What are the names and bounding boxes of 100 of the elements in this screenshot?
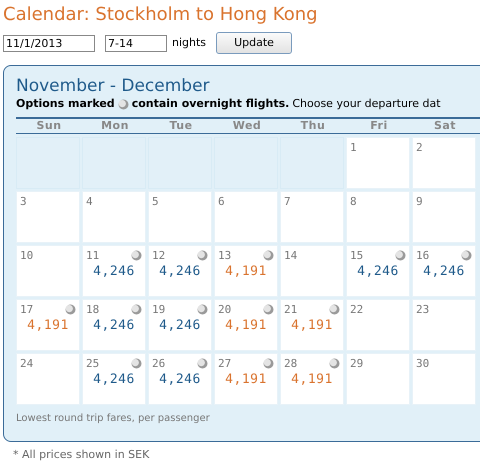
day-cell[interactable]: 15 4,246 — [346, 245, 410, 297]
day-number: 9 — [416, 195, 423, 209]
currency-note: * All prices shown in SEK — [12, 447, 150, 463]
day-number: 15 — [350, 249, 364, 263]
overnight-icon — [395, 250, 406, 261]
day-number: 30 — [416, 357, 430, 371]
weekday-header: Mon — [100, 118, 130, 134]
day-cell[interactable]: 19 4,246 — [148, 299, 212, 351]
price: 4,191 — [291, 372, 333, 388]
overnight-icon — [118, 98, 129, 110]
weekday-header: Wed — [232, 118, 262, 134]
price: 4,246 — [159, 264, 201, 280]
day-number: 5 — [152, 195, 159, 209]
date-field[interactable]: 11/1/2013 — [3, 34, 95, 52]
day-cell[interactable]: 30 — [412, 353, 476, 405]
overnight-icon — [461, 250, 472, 261]
day-number: 20 — [218, 303, 232, 317]
overnight-icon — [131, 250, 142, 261]
weekday-header: Sun — [35, 118, 63, 134]
day-number: 12 — [152, 249, 166, 263]
day-cell[interactable]: 24 — [16, 353, 80, 405]
day-cell[interactable]: 26 4,246 — [148, 353, 212, 405]
overnight-icon — [197, 304, 208, 315]
day-number: 4 — [86, 195, 93, 209]
day-number: 3 — [20, 195, 27, 209]
day-cell[interactable]: 11 4,246 — [82, 245, 146, 297]
day-cell[interactable]: 8 — [346, 191, 410, 243]
price: 4,246 — [93, 264, 135, 280]
instruction-text: Choose your departure dat — [292, 97, 441, 111]
day-cell[interactable]: 10 — [16, 245, 80, 297]
day-number: 19 — [152, 303, 166, 317]
day-cell[interactable]: 6 — [214, 191, 278, 243]
day-cell[interactable]: 12 4,246 — [148, 245, 212, 297]
overnight-icon — [263, 304, 274, 315]
day-number: 1 — [350, 141, 357, 155]
day-cell[interactable]: 17 4,191 — [16, 299, 80, 351]
day-number: 2 — [416, 141, 423, 155]
day-number: 8 — [350, 195, 357, 209]
day-cell[interactable]: 14 — [280, 245, 344, 297]
day-cell[interactable]: 21 4,191 — [280, 299, 344, 351]
overnight-icon — [65, 304, 76, 315]
overnight-icon — [329, 304, 340, 315]
day-cell[interactable]: 4 — [82, 191, 146, 243]
price: 4,246 — [93, 372, 135, 388]
weekday-header: Sat — [432, 118, 458, 134]
day-cell[interactable]: 13 4,191 — [214, 245, 278, 297]
overnight-icon — [131, 358, 142, 369]
day-number: 11 — [86, 249, 100, 263]
day-number: 21 — [284, 303, 298, 317]
day-cell[interactable]: 23 — [412, 299, 476, 351]
day-cell[interactable]: 29 — [346, 353, 410, 405]
day-cell[interactable]: 25 4,246 — [82, 353, 146, 405]
update-button[interactable]: Update — [216, 32, 292, 54]
day-number: 26 — [152, 357, 166, 371]
overnight-icon — [329, 358, 340, 369]
weekday-header: Fri — [369, 118, 389, 134]
price: 4,246 — [93, 318, 135, 334]
price: 4,191 — [225, 318, 267, 334]
day-number: 24 — [20, 357, 34, 371]
overnight-icon — [197, 250, 208, 261]
price: 4,246 — [159, 318, 201, 334]
day-cell[interactable]: 3 — [16, 191, 80, 243]
day-cell[interactable]: 28 4,191 — [280, 353, 344, 405]
day-cell[interactable]: 2 — [412, 137, 476, 189]
nights-field[interactable]: 7-14 — [105, 34, 167, 52]
price: 4,191 — [291, 318, 333, 334]
weekday-header: Thu — [300, 118, 326, 134]
day-cell[interactable]: 16 4,246 — [412, 245, 476, 297]
day-number: 25 — [86, 357, 100, 371]
day-number: 23 — [416, 303, 430, 317]
overnight-icon — [263, 250, 274, 261]
overnight-icon — [131, 304, 142, 315]
day-cell[interactable]: 7 — [280, 191, 344, 243]
overnight-icon — [197, 358, 208, 369]
day-number: 13 — [218, 249, 232, 263]
weekday-header: Tue — [168, 118, 194, 134]
legend-text: Options marked — [16, 97, 115, 111]
month-heading: November - December — [16, 76, 211, 96]
price: 4,246 — [423, 264, 465, 280]
page-title: Calendar: Stockholm to Hong Kong — [3, 4, 319, 26]
fare-footnote: Lowest round trip fares, per passenger — [16, 412, 211, 426]
day-cell[interactable]: 22 — [346, 299, 410, 351]
day-number: 28 — [284, 357, 298, 371]
price: 4,246 — [357, 264, 399, 280]
day-cell[interactable]: 9 — [412, 191, 476, 243]
day-number: 18 — [86, 303, 100, 317]
day-number: 27 — [218, 357, 232, 371]
price: 4,246 — [159, 372, 201, 388]
price: 4,191 — [225, 372, 267, 388]
price: 4,191 — [225, 264, 267, 280]
day-cell[interactable]: 18 4,246 — [82, 299, 146, 351]
day-number: 29 — [350, 357, 364, 371]
day-cell[interactable]: 5 — [148, 191, 212, 243]
day-cell[interactable]: 20 4,191 — [214, 299, 278, 351]
day-number: 16 — [416, 249, 430, 263]
nights-label: nights — [172, 34, 206, 51]
day-cell[interactable]: 27 4,191 — [214, 353, 278, 405]
day-cell[interactable]: 1 — [346, 137, 410, 189]
day-number: 17 — [20, 303, 34, 317]
legend-text: contain overnight flights. — [132, 97, 290, 111]
